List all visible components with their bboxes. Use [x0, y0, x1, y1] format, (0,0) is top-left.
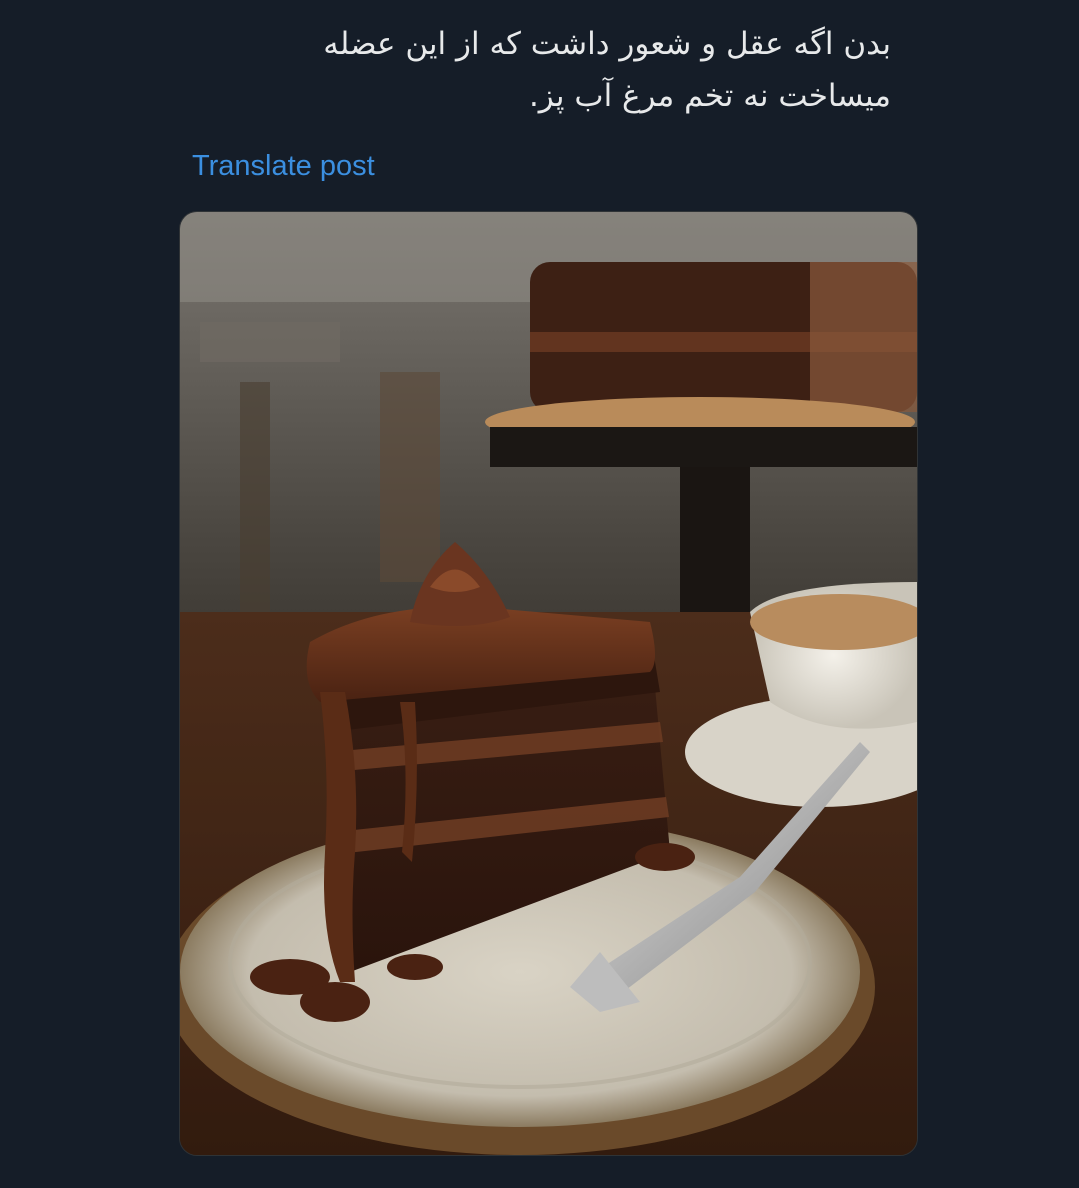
translate-post-link[interactable]: Translate post — [192, 150, 375, 183]
post-text-line-1: بدن اگه عقل و شعور داشت که از این عضله — [323, 26, 891, 62]
cake-photo-illustration — [180, 212, 917, 1155]
tweet-view: بدن اگه عقل و شعور داشت که از این عضله م… — [0, 0, 1079, 1188]
post-text: بدن اگه عقل و شعور داشت که از این عضله م… — [171, 18, 891, 122]
post-image[interactable] — [179, 211, 918, 1156]
post-text-line-2: میساخت نه تخم مرغ آب پز. — [528, 78, 891, 114]
